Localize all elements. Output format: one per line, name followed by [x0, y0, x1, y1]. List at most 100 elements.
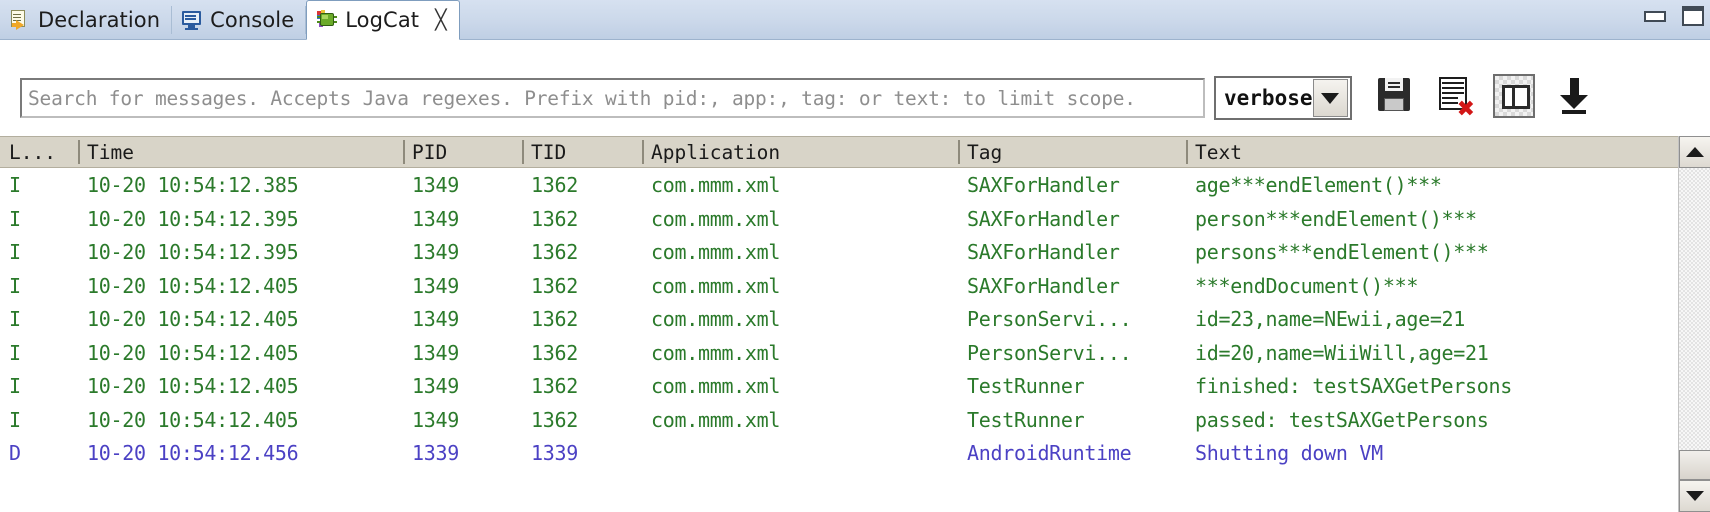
cell-level: I	[0, 169, 78, 203]
chevron-down-icon[interactable]	[1313, 79, 1348, 117]
floppy-disk-icon[interactable]	[1373, 74, 1415, 118]
cell-tid: 1362	[522, 203, 642, 237]
table-body: I10-20 10:54:12.38513491362com.mmm.xmlSA…	[0, 169, 1710, 512]
cell-time: 10-20 10:54:12.405	[78, 303, 403, 337]
cell-time: 10-20 10:54:12.405	[78, 370, 403, 404]
cell-tag: PersonServi...	[958, 337, 1186, 371]
cell-time: 10-20 10:54:12.405	[78, 337, 403, 371]
column-header-application[interactable]: Application	[642, 137, 958, 167]
cell-level: I	[0, 203, 78, 237]
clear-log-icon[interactable]: ✖	[1433, 74, 1475, 118]
scroll-up-arrow-icon[interactable]	[1679, 136, 1710, 168]
cell-text: finished: testSAXGetPersons	[1186, 370, 1678, 404]
cell-pid: 1349	[403, 370, 522, 404]
cell-pid: 1349	[403, 236, 522, 270]
table-row[interactable]: I10-20 10:54:12.40513491362com.mmm.xmlTe…	[0, 404, 1710, 438]
cell-tag: SAXForHandler	[958, 169, 1186, 203]
tab-console[interactable]: Console	[172, 0, 306, 40]
cell-level: I	[0, 270, 78, 304]
cell-application: com.mmm.xml	[642, 337, 958, 371]
column-resize-handle[interactable]	[642, 140, 644, 164]
scroll-down-icon[interactable]	[1553, 74, 1595, 118]
cell-tag: TestRunner	[958, 370, 1186, 404]
cell-tid: 1362	[522, 236, 642, 270]
table-row[interactable]: I10-20 10:54:12.40513491362com.mmm.xmlPe…	[0, 337, 1710, 371]
vertical-scrollbar[interactable]	[1678, 136, 1710, 512]
table-row[interactable]: I10-20 10:54:12.40513491362com.mmm.xmlSA…	[0, 270, 1710, 304]
cell-time: 10-20 10:54:12.405	[78, 404, 403, 438]
column-header-pid[interactable]: PID	[403, 137, 522, 167]
table-row[interactable]: I10-20 10:54:12.38513491362com.mmm.xmlSA…	[0, 169, 1710, 203]
cell-text: age***endElement()***	[1186, 169, 1678, 203]
table-row[interactable]: I10-20 10:54:12.39513491362com.mmm.xmlSA…	[0, 236, 1710, 270]
search-input[interactable]: Search for messages. Accepts Java regexe…	[20, 78, 1205, 118]
column-resize-handle[interactable]	[78, 140, 80, 164]
cell-tid: 1362	[522, 404, 642, 438]
cell-tid: 1362	[522, 370, 642, 404]
cell-application: com.mmm.xml	[642, 404, 958, 438]
cell-tag: PersonServi...	[958, 303, 1186, 337]
cell-time: 10-20 10:54:12.405	[78, 270, 403, 304]
tab-logcat[interactable]: LogCat ╳	[306, 0, 459, 40]
cell-application	[642, 437, 958, 471]
cell-tag: SAXForHandler	[958, 203, 1186, 237]
tab-logcat-label: LogCat	[345, 8, 419, 32]
window-controls	[1644, 6, 1704, 26]
cell-level: D	[0, 437, 78, 471]
cell-level: I	[0, 404, 78, 438]
table-row[interactable]: I10-20 10:54:12.40513491362com.mmm.xmlPe…	[0, 303, 1710, 337]
column-header-label: Tag	[967, 141, 1002, 164]
cell-pid: 1349	[403, 303, 522, 337]
column-header-tid[interactable]: TID	[522, 137, 642, 167]
table-row[interactable]: I10-20 10:54:12.39513491362com.mmm.xmlSA…	[0, 203, 1710, 237]
cell-tid: 1362	[522, 169, 642, 203]
column-resize-handle[interactable]	[522, 140, 524, 164]
cell-application: com.mmm.xml	[642, 169, 958, 203]
column-header-text[interactable]: Text	[1186, 137, 1678, 167]
declaration-icon	[9, 9, 31, 31]
tab-declaration[interactable]: Declaration	[0, 0, 172, 40]
cell-tag: AndroidRuntime	[958, 437, 1186, 471]
column-resize-handle[interactable]	[1186, 140, 1188, 164]
cell-tag: TestRunner	[958, 404, 1186, 438]
cell-tag: SAXForHandler	[958, 236, 1186, 270]
column-resize-handle[interactable]	[403, 140, 405, 164]
cell-time: 10-20 10:54:12.456	[78, 437, 403, 471]
cell-text: person***endElement()***	[1186, 203, 1678, 237]
cell-level: I	[0, 236, 78, 270]
maximize-icon[interactable]	[1682, 6, 1704, 26]
cell-text: passed: testSAXGetPersons	[1186, 404, 1678, 438]
column-header-level[interactable]: L...	[0, 137, 78, 167]
cell-pid: 1349	[403, 337, 522, 371]
logcat-toolbar: Search for messages. Accepts Java regexe…	[0, 41, 1710, 136]
table-header-row: L...TimePIDTID Application Tag Text	[0, 136, 1710, 168]
logcat-icon	[316, 9, 338, 31]
cell-pid: 1349	[403, 203, 522, 237]
cell-time: 10-20 10:54:12.395	[78, 203, 403, 237]
cell-level: I	[0, 303, 78, 337]
cell-tag: SAXForHandler	[958, 270, 1186, 304]
cell-text: ***endDocument()***	[1186, 270, 1678, 304]
console-icon	[181, 9, 203, 31]
scroll-down-arrow-icon[interactable]	[1679, 480, 1710, 512]
table-row[interactable]: D10-20 10:54:12.45613391339AndroidRuntim…	[0, 437, 1710, 471]
cell-time: 10-20 10:54:12.385	[78, 169, 403, 203]
column-header-label: Application	[651, 141, 780, 164]
table-row[interactable]: I10-20 10:54:12.40513491362com.mmm.xmlTe…	[0, 370, 1710, 404]
column-resize-handle[interactable]	[958, 140, 960, 164]
minimize-icon[interactable]	[1644, 11, 1666, 22]
cell-text: id=23,name=NEwii,age=21	[1186, 303, 1678, 337]
cell-tid: 1362	[522, 303, 642, 337]
column-header-tag[interactable]: Tag	[958, 137, 1186, 167]
cell-text: id=20,name=WiiWill,age=21	[1186, 337, 1678, 371]
column-header-time[interactable]: Time	[78, 137, 403, 167]
log-level-select[interactable]: verbose	[1214, 76, 1352, 120]
cell-pid: 1349	[403, 404, 522, 438]
cell-level: I	[0, 337, 78, 371]
close-icon[interactable]: ╳	[435, 11, 446, 30]
scrollbar-thumb[interactable]	[1679, 450, 1710, 480]
cell-text: persons***endElement()***	[1186, 236, 1678, 270]
cell-pid: 1349	[403, 270, 522, 304]
display-saved-view-icon[interactable]	[1493, 74, 1535, 118]
cell-text: Shutting down VM	[1186, 437, 1678, 471]
